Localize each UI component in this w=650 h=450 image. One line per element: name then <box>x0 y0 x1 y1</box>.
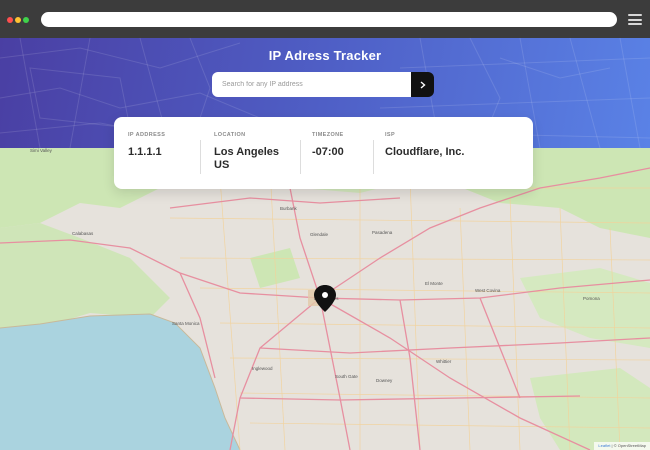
ip-info-card: IP ADDRESS 1.1.1.1 LOCATION Los Angeles … <box>114 117 533 189</box>
info-value: 1.1.1.1 <box>128 146 162 158</box>
info-timezone: TIMEZONE -07:00 <box>300 132 373 189</box>
hamburger-menu-icon[interactable] <box>628 14 642 25</box>
map-label-el-monte: El Monte <box>425 281 443 286</box>
maximize-window-dot[interactable] <box>23 17 29 23</box>
map[interactable]: Los Angeles Santa Monica Glendale Burban… <box>0 148 650 450</box>
leaflet-link[interactable]: Leaflet <box>598 443 610 448</box>
map-label-simi-valley: Simi Valley <box>30 148 53 153</box>
map-attribution: Leaflet | © OpenStreetMap <box>594 442 650 450</box>
close-window-dot[interactable] <box>7 17 13 23</box>
info-label: TIMEZONE <box>312 132 344 138</box>
ip-search-input[interactable] <box>212 72 411 97</box>
page-title: IP Adress Tracker <box>268 48 382 63</box>
map-tiles[interactable]: Los Angeles Santa Monica Glendale Burban… <box>0 148 650 450</box>
search-form <box>212 72 434 97</box>
chevron-right-icon <box>420 80 426 89</box>
map-label-burbank: Burbank <box>280 206 298 211</box>
divider <box>200 140 201 174</box>
address-bar[interactable] <box>41 12 617 27</box>
divider <box>300 140 301 174</box>
map-label-calabasas: Calabasas <box>72 231 94 236</box>
osm-attribution: | © OpenStreetMap <box>610 443 646 448</box>
info-label: IP ADDRESS <box>128 132 166 138</box>
map-label-south-gate: South Gate <box>335 374 358 379</box>
map-label-west-covina: West Covina <box>475 288 501 293</box>
info-location: LOCATION Los Angeles US <box>200 132 300 189</box>
info-label: LOCATION <box>214 132 246 138</box>
info-label: ISP <box>385 132 396 138</box>
info-value: Cloudflare, Inc. <box>385 146 465 158</box>
info-value: Los Angeles US <box>214 146 279 171</box>
map-label-glendale: Glendale <box>310 232 329 237</box>
map-label-inglewood: Inglewood <box>252 366 273 371</box>
map-label-pasadena: Pasadena <box>372 230 393 235</box>
map-label-santa-monica: Santa Monica <box>172 321 200 326</box>
search-submit-button[interactable] <box>411 72 434 97</box>
divider <box>373 140 374 174</box>
minimize-window-dot[interactable] <box>15 17 21 23</box>
info-ip-address: IP ADDRESS 1.1.1.1 <box>128 132 200 189</box>
browser-chrome <box>0 0 650 38</box>
map-label-downey: Downey <box>376 378 393 383</box>
info-isp: ISP Cloudflare, Inc. <box>373 132 523 189</box>
map-label-pomona: Pomona <box>583 296 600 301</box>
map-label-whittier: Whittier <box>436 359 452 364</box>
info-value: -07:00 <box>312 146 344 158</box>
